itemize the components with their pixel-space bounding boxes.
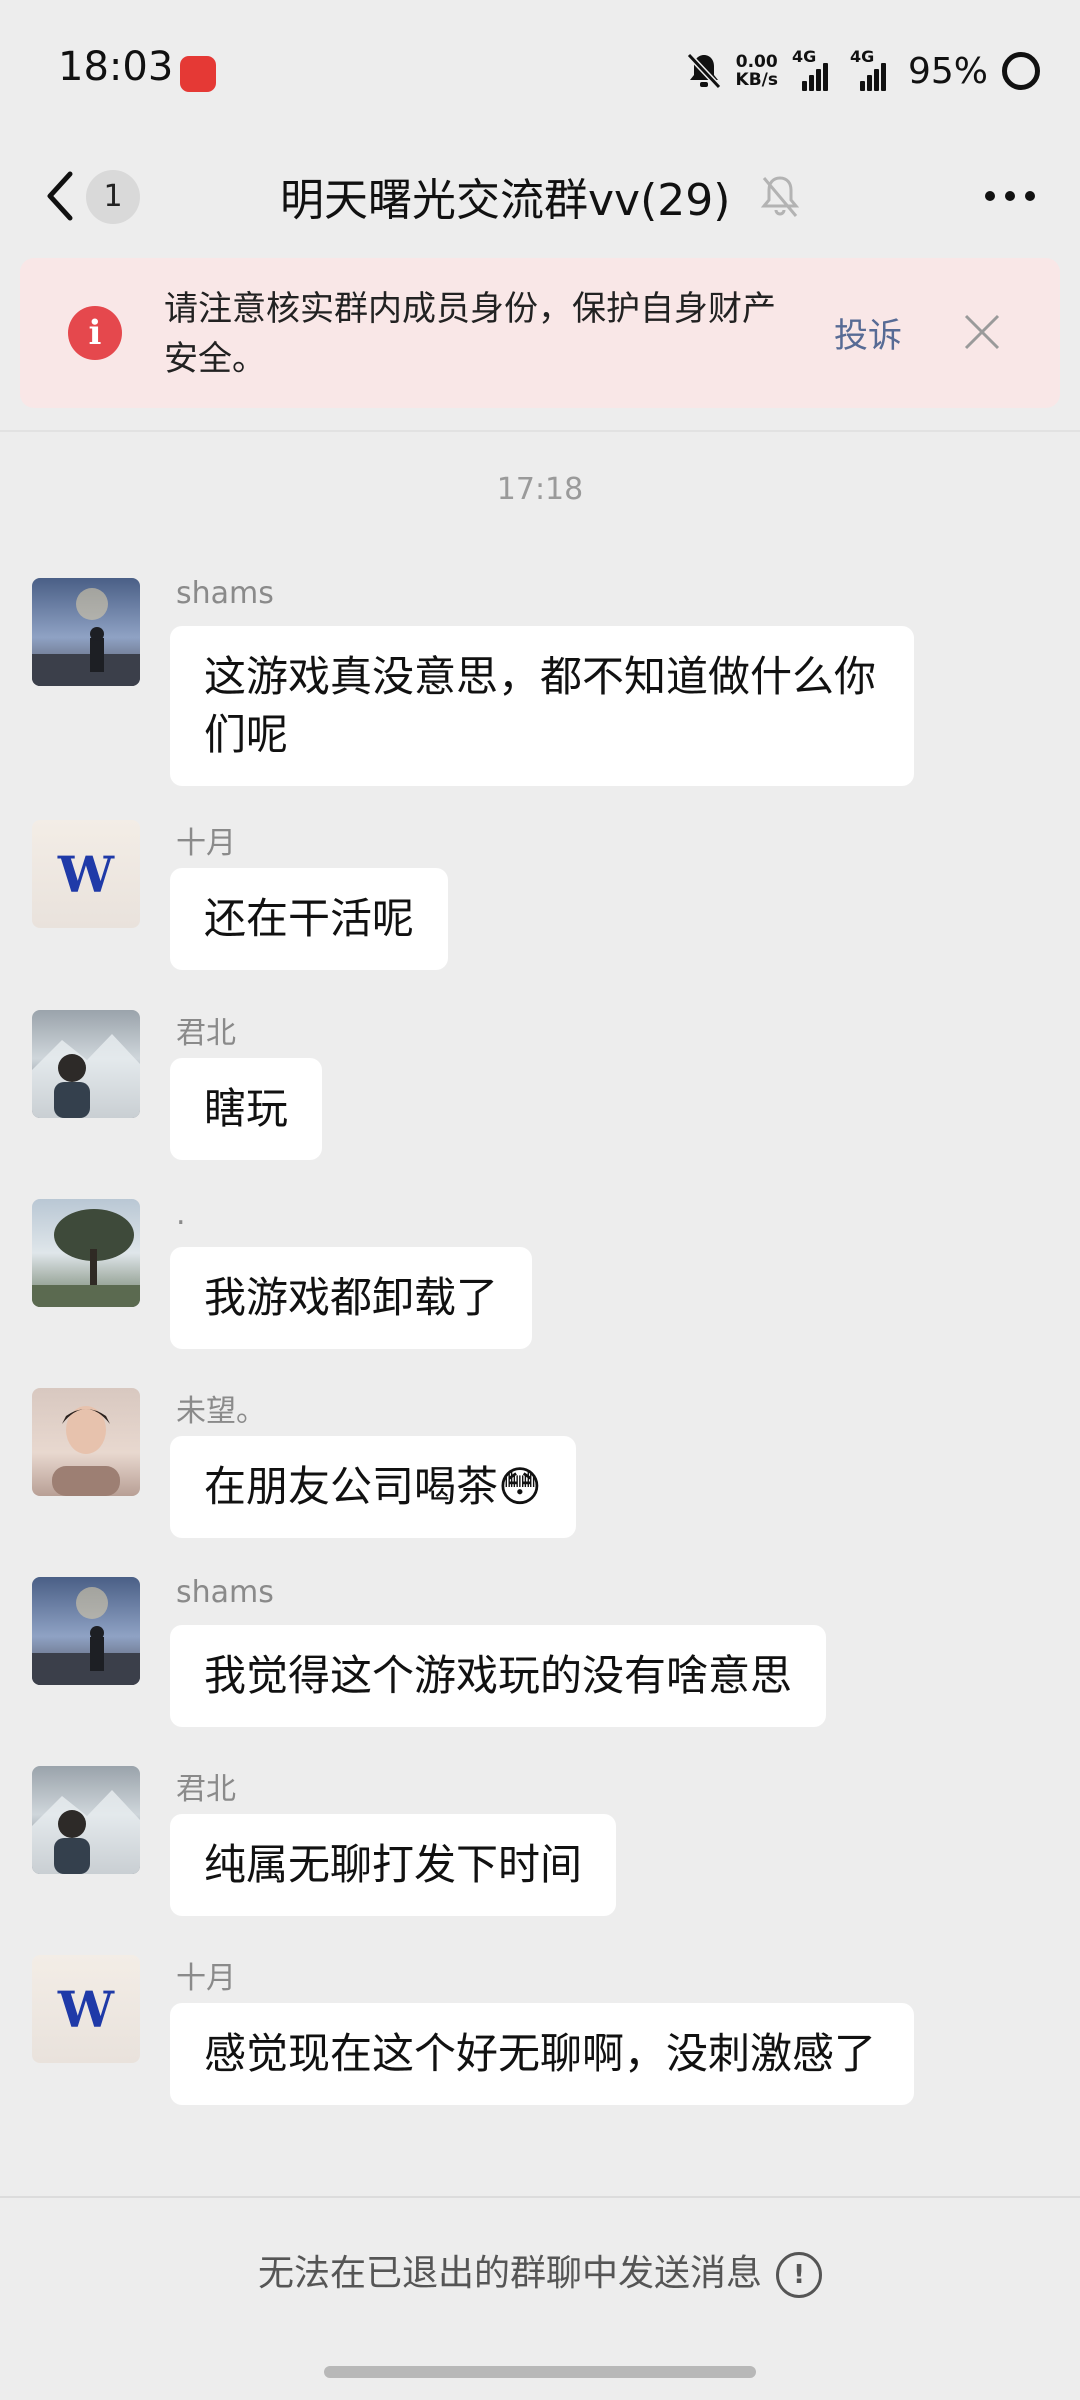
portrait-avatar[interactable] bbox=[32, 1388, 140, 1496]
sender-name: shams bbox=[176, 576, 274, 611]
warning-text: 请注意核实群内成员身份，保护自身财产安全。 bbox=[164, 289, 776, 379]
warning-info-icon: i bbox=[68, 306, 122, 360]
battery-icon bbox=[1002, 52, 1040, 90]
message-bubble[interactable]: 在朋友公司喝茶😳 bbox=[170, 1436, 576, 1538]
security-warning-banner: i 请注意核实群内成员身份，保护自身财产安全。 投诉 bbox=[20, 258, 1060, 408]
sender-name: 十月 bbox=[176, 1961, 236, 1996]
chat-title: 明天曙光交流群vv(29) bbox=[280, 175, 731, 226]
sender-name: . bbox=[176, 1197, 186, 1232]
sender-name: 君北 bbox=[176, 1772, 236, 1807]
net-speed-value: 0.00 bbox=[735, 52, 778, 72]
mountain-portrait-avatar[interactable] bbox=[32, 1010, 140, 1118]
battery-percent: 95% bbox=[907, 50, 988, 92]
net-speed: 0.00 KB/s bbox=[736, 53, 778, 89]
bell-muted-icon bbox=[686, 52, 721, 90]
message-bubble[interactable]: 这游戏真没意思，都不知道做什么你们呢 bbox=[170, 626, 914, 786]
message-bubble[interactable]: 我觉得这个游戏玩的没有啥意思 bbox=[170, 1625, 827, 1727]
home-indicator[interactable] bbox=[324, 2366, 756, 2378]
letter-w-avatar[interactable]: W bbox=[32, 1955, 140, 2063]
close-icon[interactable] bbox=[960, 310, 1004, 354]
sim1-network-tag: 4G bbox=[791, 47, 817, 66]
status-time: 18:03 bbox=[58, 44, 174, 90]
net-speed-unit: KB/s bbox=[735, 70, 778, 90]
status-indicators: 0.00 KB/s 4G 4G 95% bbox=[686, 46, 1040, 96]
sender-name: 君北 bbox=[176, 1016, 236, 1051]
landscape-silhouette-avatar[interactable] bbox=[32, 1577, 140, 1685]
chat-screen: 18:03 0.00 KB/s 4G 4G 95% 1 明天曙光交流群vv(29… bbox=[0, 0, 1080, 2400]
header-divider bbox=[0, 430, 1080, 432]
exclamation-icon[interactable]: ! bbox=[776, 2252, 822, 2298]
letter-w-avatar[interactable]: W bbox=[32, 820, 140, 928]
signal-sim1-icon: 4G bbox=[792, 47, 836, 91]
message-bubble[interactable]: 还在干活呢 bbox=[170, 868, 449, 970]
status-bar: 18:03 0.00 KB/s 4G 4G 95% bbox=[0, 0, 1080, 140]
back-arrow-icon[interactable] bbox=[40, 166, 80, 226]
signal-sim2-icon: 4G bbox=[850, 47, 894, 91]
message-timestamp: 17:18 bbox=[496, 472, 584, 507]
avatar-letter: W bbox=[57, 845, 115, 904]
sender-name: 未望。 bbox=[176, 1394, 266, 1429]
more-options-icon[interactable] bbox=[980, 176, 1040, 216]
netease-music-icon bbox=[180, 56, 216, 92]
message-bubble[interactable]: 感觉现在这个好无聊啊，没刺激感了 bbox=[170, 2003, 914, 2105]
cannot-send-notice: 无法在已退出的群聊中发送消息! bbox=[0, 2244, 1080, 2298]
landscape-silhouette-avatar[interactable] bbox=[32, 578, 140, 686]
mountain-portrait-avatar[interactable] bbox=[32, 1766, 140, 1874]
sim2-network-tag: 4G bbox=[849, 47, 875, 66]
avatar-letter: W bbox=[57, 1980, 115, 2039]
mute-bell-icon bbox=[760, 176, 800, 217]
message-bubble[interactable]: 纯属无聊打发下时间 bbox=[170, 1814, 617, 1916]
chat-header: 1 明天曙光交流群vv(29) bbox=[0, 140, 1080, 252]
message-bubble[interactable]: 我游戏都卸载了 bbox=[170, 1247, 533, 1349]
input-divider bbox=[0, 2196, 1080, 2198]
report-link[interactable]: 投诉 bbox=[834, 308, 902, 357]
unread-count-badge[interactable]: 1 bbox=[86, 170, 140, 224]
cannot-send-text: 无法在已退出的群聊中发送消息 bbox=[257, 2253, 762, 2294]
tree-avatar[interactable] bbox=[32, 1199, 140, 1307]
sender-name: shams bbox=[176, 1575, 274, 1610]
sender-name: 十月 bbox=[176, 826, 236, 861]
message-bubble[interactable]: 瞎玩 bbox=[170, 1058, 323, 1160]
